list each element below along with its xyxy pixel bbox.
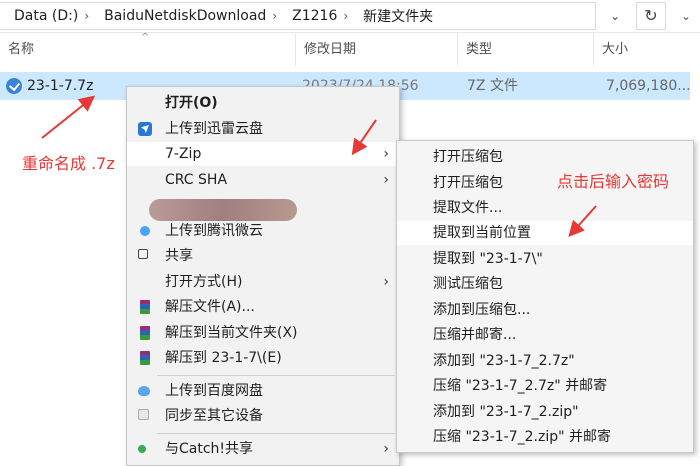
winrar-icon <box>140 326 150 340</box>
menu-item-catch-share-label: 与Catch!共享 <box>165 441 254 457</box>
menu-item-catch-share[interactable]: 与Catch!共享 › <box>127 437 399 461</box>
breadcrumb-z1216[interactable]: Z1216 <box>278 8 342 24</box>
menu-item-open[interactable]: 打开(O) <box>127 91 399 115</box>
submenu-item-add-to-zip[interactable]: 添加到 "23-1-7_2.zip" <box>397 400 693 424</box>
submenu-arrow-icon: › <box>383 146 389 162</box>
submenu-item-compress-zip-email[interactable]: 压缩 "23-1-7_2.zip" 并邮寄 <box>397 425 693 449</box>
context-menu: 打开(O) 上传到迅雷云盘 7-Zip › CRC SHA › 上传到腾讯微云 … <box>126 86 400 466</box>
xunlei-cloud-icon <box>138 122 152 136</box>
submenu-item-open-archive-2-label: 打开压缩包 <box>433 175 503 191</box>
tencent-weiyun-icon <box>140 226 150 236</box>
search-dropdown-icon[interactable]: ⌄ <box>672 6 700 26</box>
column-header-size[interactable]: 大小 <box>594 34 700 66</box>
menu-item-upload-baidu[interactable]: 上传到百度网盘 <box>127 379 399 403</box>
menu-item-extract-to-folder-label: 解压到 23-1-7\(E) <box>165 350 282 366</box>
submenu-item-test-archive-label: 测试压缩包 <box>433 276 503 292</box>
redacted-menu-item <box>149 199 297 221</box>
submenu-item-test-archive[interactable]: 测试压缩包 <box>397 272 693 296</box>
menu-item-upload-xunlei-label: 上传到迅雷云盘 <box>165 121 263 137</box>
column-header-name[interactable]: 名称 ^ <box>0 32 296 66</box>
submenu-item-add-to-archive-label: 添加到压缩包... <box>433 302 531 318</box>
menu-item-extract-here[interactable]: 解压到当前文件夹(X) <box>127 321 399 345</box>
annotation-arrow-rename <box>41 95 96 139</box>
file-name: 23-1-7.7z <box>27 78 94 94</box>
breadcrumb-current-folder[interactable]: 新建文件夹 <box>349 6 438 26</box>
submenu-item-compress-email-label: 压缩并邮寄... <box>433 327 517 343</box>
menu-item-upload-weiyun[interactable]: 上传到腾讯微云 <box>127 219 399 243</box>
winrar-icon <box>140 351 150 365</box>
menu-item-share-label: 共享 <box>165 248 193 264</box>
menu-item-extract-files-label: 解压文件(A)... <box>165 299 255 315</box>
annotation-click-password: 点击后输入密码 <box>557 172 670 191</box>
breadcrumb-chevron-icon[interactable]: › <box>342 9 349 23</box>
menu-item-crc-sha[interactable]: CRC SHA › <box>127 168 399 192</box>
submenu-item-open-archive-label: 打开压缩包 <box>433 149 503 165</box>
menu-item-7zip[interactable]: 7-Zip › <box>127 142 399 166</box>
menu-item-open-with[interactable]: 打开方式(H) › <box>127 270 399 294</box>
submenu-item-extract-to-folder-label: 提取到 "23-1-7\" <box>433 251 543 267</box>
menu-separator <box>157 375 395 376</box>
submenu-item-add-to-zip-label: 添加到 "23-1-7_2.zip" <box>433 404 579 420</box>
menu-item-7zip-label: 7-Zip <box>165 146 202 162</box>
annotation-rename: 重命名成 .7z <box>22 154 115 173</box>
menu-item-crc-sha-label: CRC SHA <box>165 172 228 188</box>
menu-item-extract-here-label: 解压到当前文件夹(X) <box>165 325 298 341</box>
winrar-icon <box>140 300 150 314</box>
submenu-arrow-icon: › <box>383 172 389 188</box>
submenu-item-extract-to-folder[interactable]: 提取到 "23-1-7\" <box>397 247 693 271</box>
column-header-date[interactable]: 修改日期 <box>296 34 458 66</box>
7z-file-icon <box>6 78 22 94</box>
sort-caret-icon: ^ <box>141 32 150 43</box>
menu-item-upload-baidu-label: 上传到百度网盘 <box>165 383 263 399</box>
menu-item-sync-devices-label: 同步至其它设备 <box>165 408 263 424</box>
submenu-item-extract-files[interactable]: 提取文件... <box>397 196 693 220</box>
submenu-item-add-to-7z-label: 添加到 "23-1-7_2.7z" <box>433 353 575 369</box>
share-icon <box>138 249 148 259</box>
breadcrumb-chevron-icon[interactable]: › <box>271 9 278 23</box>
submenu-item-compress-7z-email[interactable]: 压缩 "23-1-7_2.7z" 并邮寄 <box>397 374 693 398</box>
submenu-arrow-icon: › <box>383 441 389 457</box>
file-type: 7Z 文件 <box>467 78 518 94</box>
menu-item-upload-xunlei[interactable]: 上传到迅雷云盘 <box>127 117 399 141</box>
submenu-arrow-icon: › <box>383 274 389 290</box>
menu-separator <box>157 433 395 434</box>
column-header-type[interactable]: 类型 <box>458 34 594 66</box>
submenu-item-compress-email[interactable]: 压缩并邮寄... <box>397 323 693 347</box>
column-header-row: 名称 ^ 修改日期 类型 大小 <box>0 32 700 66</box>
menu-item-extract-files[interactable]: 解压文件(A)... <box>127 295 399 319</box>
submenu-item-compress-zip-email-label: 压缩 "23-1-7_2.zip" 并邮寄 <box>433 429 611 445</box>
submenu-item-open-archive[interactable]: 打开压缩包 <box>397 145 693 169</box>
submenu-item-add-to-archive[interactable]: 添加到压缩包... <box>397 298 693 322</box>
submenu-item-extract-here-label: 提取到当前位置 <box>433 225 531 241</box>
breadcrumb-baidunetdisk[interactable]: BaiduNetdiskDownload <box>90 8 271 24</box>
submenu-item-add-to-7z[interactable]: 添加到 "23-1-7_2.7z" <box>397 349 693 373</box>
submenu-item-compress-7z-email-label: 压缩 "23-1-7_2.7z" 并邮寄 <box>433 378 608 394</box>
sync-device-icon <box>138 409 149 420</box>
menu-item-open-label: 打开(O) <box>165 95 218 111</box>
breadcrumb-chevron-icon[interactable]: › <box>83 9 90 23</box>
breadcrumb-drive[interactable]: Data (D:) <box>0 8 83 24</box>
address-bar: Data (D:) › BaiduNetdiskDownload › Z1216… <box>0 0 700 33</box>
refresh-button[interactable]: ↻ <box>636 2 666 30</box>
menu-item-open-with-label: 打开方式(H) <box>165 274 243 290</box>
catch-share-icon <box>138 445 146 453</box>
address-dropdown-icon[interactable]: ⌄ <box>604 6 626 26</box>
file-size: 7,069,180... <box>606 78 691 94</box>
breadcrumb[interactable]: Data (D:) › BaiduNetdiskDownload › Z1216… <box>0 2 596 30</box>
menu-item-share[interactable]: 共享 <box>127 244 399 268</box>
baidu-netdisk-icon <box>138 386 150 396</box>
menu-item-extract-to-folder[interactable]: 解压到 23-1-7\(E) <box>127 346 399 370</box>
column-header-name-label: 名称 <box>8 42 35 57</box>
submenu-item-extract-here[interactable]: 提取到当前位置 <box>397 221 693 245</box>
menu-item-sync-devices[interactable]: 同步至其它设备 <box>127 404 399 428</box>
menu-item-upload-weiyun-label: 上传到腾讯微云 <box>165 223 263 239</box>
submenu-item-extract-files-label: 提取文件... <box>433 200 503 216</box>
